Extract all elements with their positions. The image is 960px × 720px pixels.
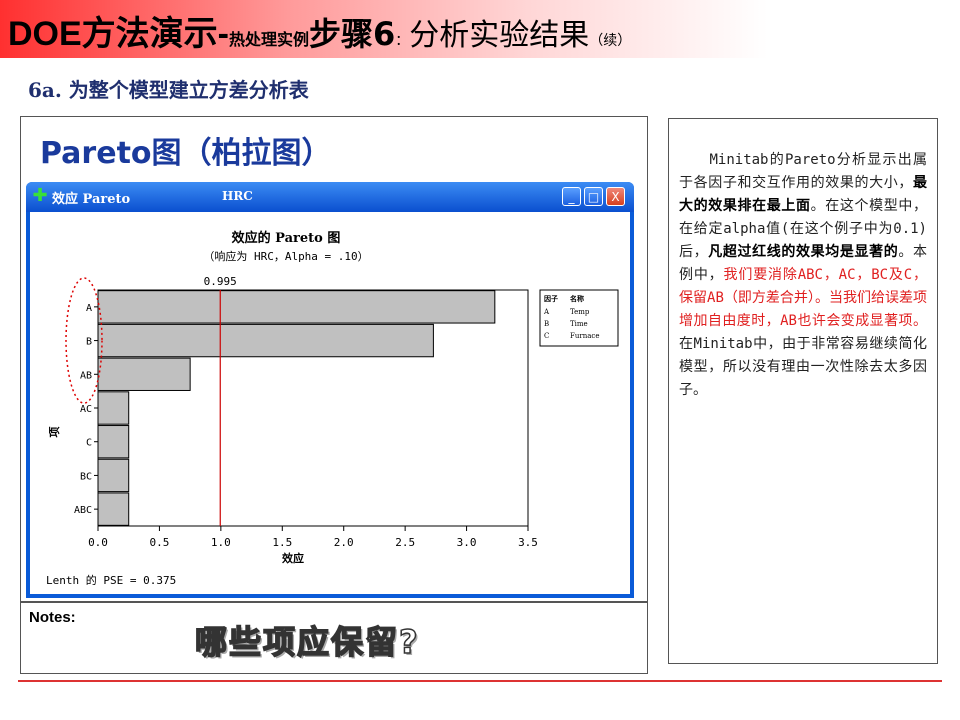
y-tick-label: AB bbox=[80, 370, 92, 381]
window-titlebar[interactable]: ✚ 效应 Pareto HRC _ □ X bbox=[26, 182, 634, 212]
explanation-segment: 凡超过红线的效果均是显著的 bbox=[708, 244, 899, 260]
title-rest: 分析实验结果 bbox=[409, 18, 590, 53]
minitab-window: ✚ 效应 Pareto HRC _ □ X 效应的 Pareto 图 （响应为 H… bbox=[26, 182, 634, 598]
explanation-segment: 在Minitab中，由于非常容易继续简化模型，所以没有理由一次性除去太多因子。 bbox=[679, 336, 927, 398]
chart-subtitle: （响应为 HRC，Alpha = .10） bbox=[203, 249, 368, 263]
bar-c bbox=[97, 425, 130, 459]
y-tick-label: C bbox=[86, 438, 92, 449]
x-tick-label: 3.0 bbox=[457, 536, 477, 549]
legend-factor: A bbox=[543, 308, 550, 316]
y-axis-label: 项 bbox=[48, 427, 61, 438]
legend-name: Time bbox=[570, 320, 588, 328]
maximize-button[interactable]: □ bbox=[584, 187, 603, 206]
legend-factor: C bbox=[544, 332, 549, 340]
x-tick-label: 1.0 bbox=[211, 536, 231, 549]
y-tick-label: AC bbox=[80, 404, 92, 415]
notes-question: 哪些项应保留? bbox=[194, 622, 420, 662]
notes-panel: Notes: 哪些项应保留? bbox=[20, 602, 648, 674]
pareto-chart: 效应的 Pareto 图（响应为 HRC，Alpha = .10）ABABACC… bbox=[48, 230, 619, 565]
explanation-text: Minitab的Pareto分析显示出属于各因子和交互作用的效果的大小，最大的效… bbox=[679, 149, 927, 402]
legend-name: Furnace bbox=[570, 332, 599, 340]
title-step: 步骤6 bbox=[309, 15, 396, 53]
y-tick-label: A bbox=[86, 303, 92, 314]
lenth-pse: Lenth 的 PSE = 0.375 bbox=[46, 574, 177, 587]
slide-title: DOE方法演示-热处理实例步骤6：分析实验结果（续） bbox=[8, 6, 631, 55]
legend-name: Temp bbox=[570, 308, 590, 316]
bar-a bbox=[97, 290, 496, 324]
title-main: DOE方法演示- bbox=[8, 15, 229, 53]
notes-label: Notes: bbox=[29, 609, 76, 626]
explanation-panel: Minitab的Pareto分析显示出属于各因子和交互作用的效果的大小，最大的效… bbox=[668, 118, 938, 664]
window-title-hrc: HRC bbox=[222, 189, 253, 203]
x-tick-label: 1.5 bbox=[272, 536, 292, 549]
legend-header-factor: 因子 bbox=[544, 294, 558, 303]
bar-abc bbox=[97, 492, 130, 526]
x-tick-label: 0.0 bbox=[88, 536, 108, 549]
legend-header-name: 名称 bbox=[570, 294, 584, 303]
chart-title: 效应的 Pareto 图 bbox=[232, 230, 341, 246]
minimize-button[interactable]: _ bbox=[562, 187, 581, 206]
window-title: 效应 Pareto bbox=[52, 192, 131, 207]
y-tick-label: ABC bbox=[74, 505, 92, 516]
bar-ac bbox=[97, 391, 130, 425]
reference-label: 0.995 bbox=[204, 275, 237, 288]
close-button[interactable]: X bbox=[606, 187, 625, 206]
pareto-heading: Pareto图（柏拉图） bbox=[40, 136, 332, 171]
y-tick-label: BC bbox=[80, 471, 92, 482]
x-axis-label: 效应 bbox=[282, 551, 304, 565]
footer-divider bbox=[18, 680, 942, 682]
legend-factor: B bbox=[544, 320, 549, 328]
bar-b bbox=[97, 323, 434, 358]
title-small: 热处理实例 bbox=[229, 30, 310, 49]
title-colon: ： bbox=[395, 33, 410, 49]
x-tick-label: 2.5 bbox=[395, 536, 415, 549]
bar-ab bbox=[97, 357, 191, 391]
explanation-segment: Minitab的Pareto分析显示出属于各因子和交互作用的效果的大小， bbox=[679, 152, 927, 191]
plus-icon: ✚ bbox=[32, 185, 48, 206]
x-tick-label: 3.5 bbox=[518, 536, 538, 549]
chart-area: 效应的 Pareto 图（响应为 HRC，Alpha = .10） A B AB AC C… bbox=[30, 212, 630, 594]
x-tick-label: 0.5 bbox=[149, 536, 169, 549]
slide-subtitle: 6a. 为整个模型建立方差分析表 bbox=[28, 78, 309, 102]
x-tick-label: 2.0 bbox=[334, 536, 354, 549]
title-cont: （续） bbox=[589, 33, 632, 49]
y-tick-label: B bbox=[86, 337, 92, 348]
bar-bc bbox=[97, 458, 130, 493]
